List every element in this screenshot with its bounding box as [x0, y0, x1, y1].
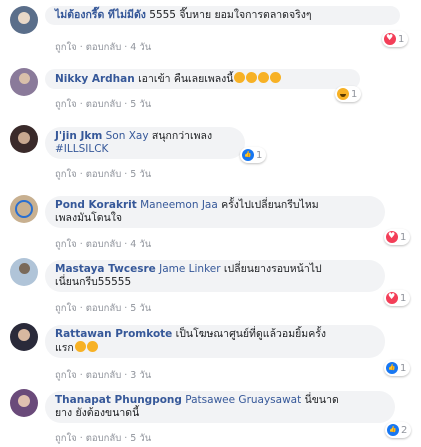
comment-text: เอาเข้า คืนเลยเพลงนี้ — [138, 73, 234, 85]
reaction-summary[interactable]: 1 — [382, 31, 409, 47]
comment-time[interactable]: 5 วัน — [130, 97, 151, 112]
comment-bubble: Rattawan Promkote เป็นโฆษณาศูนย์ที่ดูแล้… — [45, 325, 385, 358]
avatar[interactable] — [10, 68, 38, 96]
comment-text-line2: ยาง ยังต้องขนาดนี้ — [55, 407, 140, 419]
comment-actions: ถูกใจ · ตอบกลับ · 4 วัน — [55, 237, 152, 252]
comment-bubble: J'jin Jkm Son Xay สนุกกว่าเพลง #ILLSILCK — [45, 127, 245, 159]
avatar[interactable] — [10, 195, 38, 223]
like-link[interactable]: ถูกใจ — [55, 368, 77, 383]
comment-actions: ถูกใจ · ตอบกลับ · 5 วัน — [55, 431, 152, 446]
tagged-user[interactable]: Jame Linker — [159, 263, 220, 275]
reaction-summary[interactable]: 1 — [240, 147, 267, 163]
comment-text-line2: เนี่ยนกรีบ55555 — [55, 276, 132, 288]
comment-time[interactable]: 5 วัน — [130, 301, 151, 316]
tagged-user[interactable]: Son Xay — [106, 130, 149, 142]
reply-link[interactable]: ตอบกลับ — [86, 431, 122, 446]
comment-time[interactable]: 4 วัน — [130, 237, 151, 252]
avatar[interactable] — [10, 6, 38, 34]
commenter-name[interactable]: Pond Korakrit — [55, 199, 137, 211]
heart-icon — [386, 230, 398, 243]
tagged-user[interactable]: Maneemon Jaa — [140, 199, 218, 211]
reply-link[interactable]: ตอบกลับ — [86, 237, 122, 252]
reply-link[interactable]: ตอบกลับ — [86, 167, 122, 182]
avatar[interactable] — [10, 258, 38, 286]
reaction-count: 1 — [398, 33, 405, 45]
avatar[interactable] — [10, 125, 38, 153]
comment-text: นี่ขนาด — [304, 394, 339, 406]
comment-actions: ถูกใจ · ตอบกลับ · 4 วัน — [55, 40, 152, 55]
comment-bubble: ไม่ต้องกรี๊ด ทีไม่มีดัง 5555 จี๊บหาย ยอม… — [45, 6, 400, 25]
comment-time[interactable]: 5 วัน — [130, 431, 151, 446]
reaction-count: 1 — [400, 292, 407, 304]
reaction-summary[interactable]: 1 — [384, 229, 411, 245]
commenter-name[interactable]: Rattawan Promkote — [55, 328, 172, 340]
reaction-summary[interactable]: 1 — [384, 360, 411, 376]
reaction-count: 1 — [400, 231, 407, 243]
laugh-emoji-icon — [86, 341, 98, 352]
commenter-name[interactable]: ไม่ต้องกรี๊ด ทีไม่มีดัง — [55, 9, 146, 21]
heart-icon — [386, 291, 398, 304]
comment-text: 5555 จี๊บหาย ยอมใจการตลาดจริงๆ — [149, 9, 312, 21]
like-link[interactable]: ถูกใจ — [55, 301, 77, 316]
commenter-name[interactable]: Mastaya Twcesre — [55, 263, 156, 275]
laugh-emoji-icon — [270, 72, 282, 83]
avatar[interactable] — [10, 323, 38, 351]
comment-bubble: Pond Korakrit Maneemon Jaa ครั้งไปเปลี่ย… — [45, 196, 385, 228]
laugh-emoji-icon — [258, 72, 270, 83]
like-link[interactable]: ถูกใจ — [55, 237, 77, 252]
comment-actions: ถูกใจ · ตอบกลับ · 5 วัน — [55, 301, 152, 316]
laugh-emoji-icon — [234, 72, 246, 83]
comment-text: เป็นโฆษณาศูนย์ที่ดูแล้วอมยิ้มครั้ง — [175, 328, 326, 340]
comment-time[interactable]: 5 วัน — [130, 167, 151, 182]
comment-time[interactable]: 3 วัน — [130, 368, 151, 383]
commenter-name[interactable]: Nikky Ardhan — [55, 73, 135, 85]
avatar[interactable] — [10, 389, 38, 417]
like-icon — [386, 362, 398, 374]
like-icon — [242, 149, 254, 161]
laugh-emoji-icon — [246, 72, 258, 83]
comment-actions: ถูกใจ · ตอบกลับ · 5 วัน — [55, 97, 152, 112]
comment-text-line2: แรก — [55, 342, 74, 354]
reaction-count: 1 — [400, 362, 407, 374]
reaction-summary[interactable]: 1 — [335, 86, 362, 102]
like-icon — [387, 424, 399, 436]
commenter-name[interactable]: Thanapat Phungpong — [55, 394, 182, 406]
comment-actions: ถูกใจ · ตอบกลับ · 3 วัน — [55, 368, 152, 383]
comment-time[interactable]: 4 วัน — [130, 40, 151, 55]
reply-link[interactable]: ตอบกลับ — [86, 40, 122, 55]
commenter-name[interactable]: J'jin Jkm — [55, 130, 102, 142]
comment-text: ครั้งไปเปลี่ยนกรีบไหม — [221, 199, 319, 211]
reply-link[interactable]: ตอบกลับ — [86, 301, 122, 316]
tagged-user[interactable]: Patsawee Gruaysawat — [185, 394, 301, 406]
laugh-emoji-icon — [74, 341, 86, 352]
comment-bubble: Nikky Ardhan เอาเข้า คืนเลยเพลงนี้ — [45, 69, 360, 89]
comment-bubble: Mastaya Twcesre Jame Linker เปลี่ยนยางรอ… — [45, 260, 385, 292]
reaction-count: 2 — [401, 424, 408, 436]
comment-actions: ถูกใจ · ตอบกลับ · 5 วัน — [55, 167, 152, 182]
reaction-summary[interactable]: 1 — [384, 290, 411, 306]
reaction-count: 1 — [256, 149, 263, 161]
comment-text: สนุกกว่าเพลง — [151, 130, 213, 142]
heart-icon — [384, 32, 396, 45]
comment-bubble: Thanapat Phungpong Patsawee Gruaysawat น… — [45, 391, 395, 423]
comment-text: เปลี่ยนยางรอบหน้าไป — [223, 263, 322, 275]
comment-text-line2: เพลงมันโดนใจ — [55, 212, 123, 224]
haha-icon — [337, 88, 349, 100]
like-link[interactable]: ถูกใจ — [55, 167, 77, 182]
reply-link[interactable]: ตอบกลับ — [86, 368, 122, 383]
like-link[interactable]: ถูกใจ — [55, 431, 77, 446]
reaction-summary[interactable]: 2 — [385, 422, 412, 438]
reply-link[interactable]: ตอบกลับ — [86, 97, 122, 112]
reaction-count: 1 — [351, 88, 358, 100]
hashtag[interactable]: #ILLSILCK — [55, 143, 108, 155]
like-link[interactable]: ถูกใจ — [55, 97, 77, 112]
like-link[interactable]: ถูกใจ — [55, 40, 77, 55]
